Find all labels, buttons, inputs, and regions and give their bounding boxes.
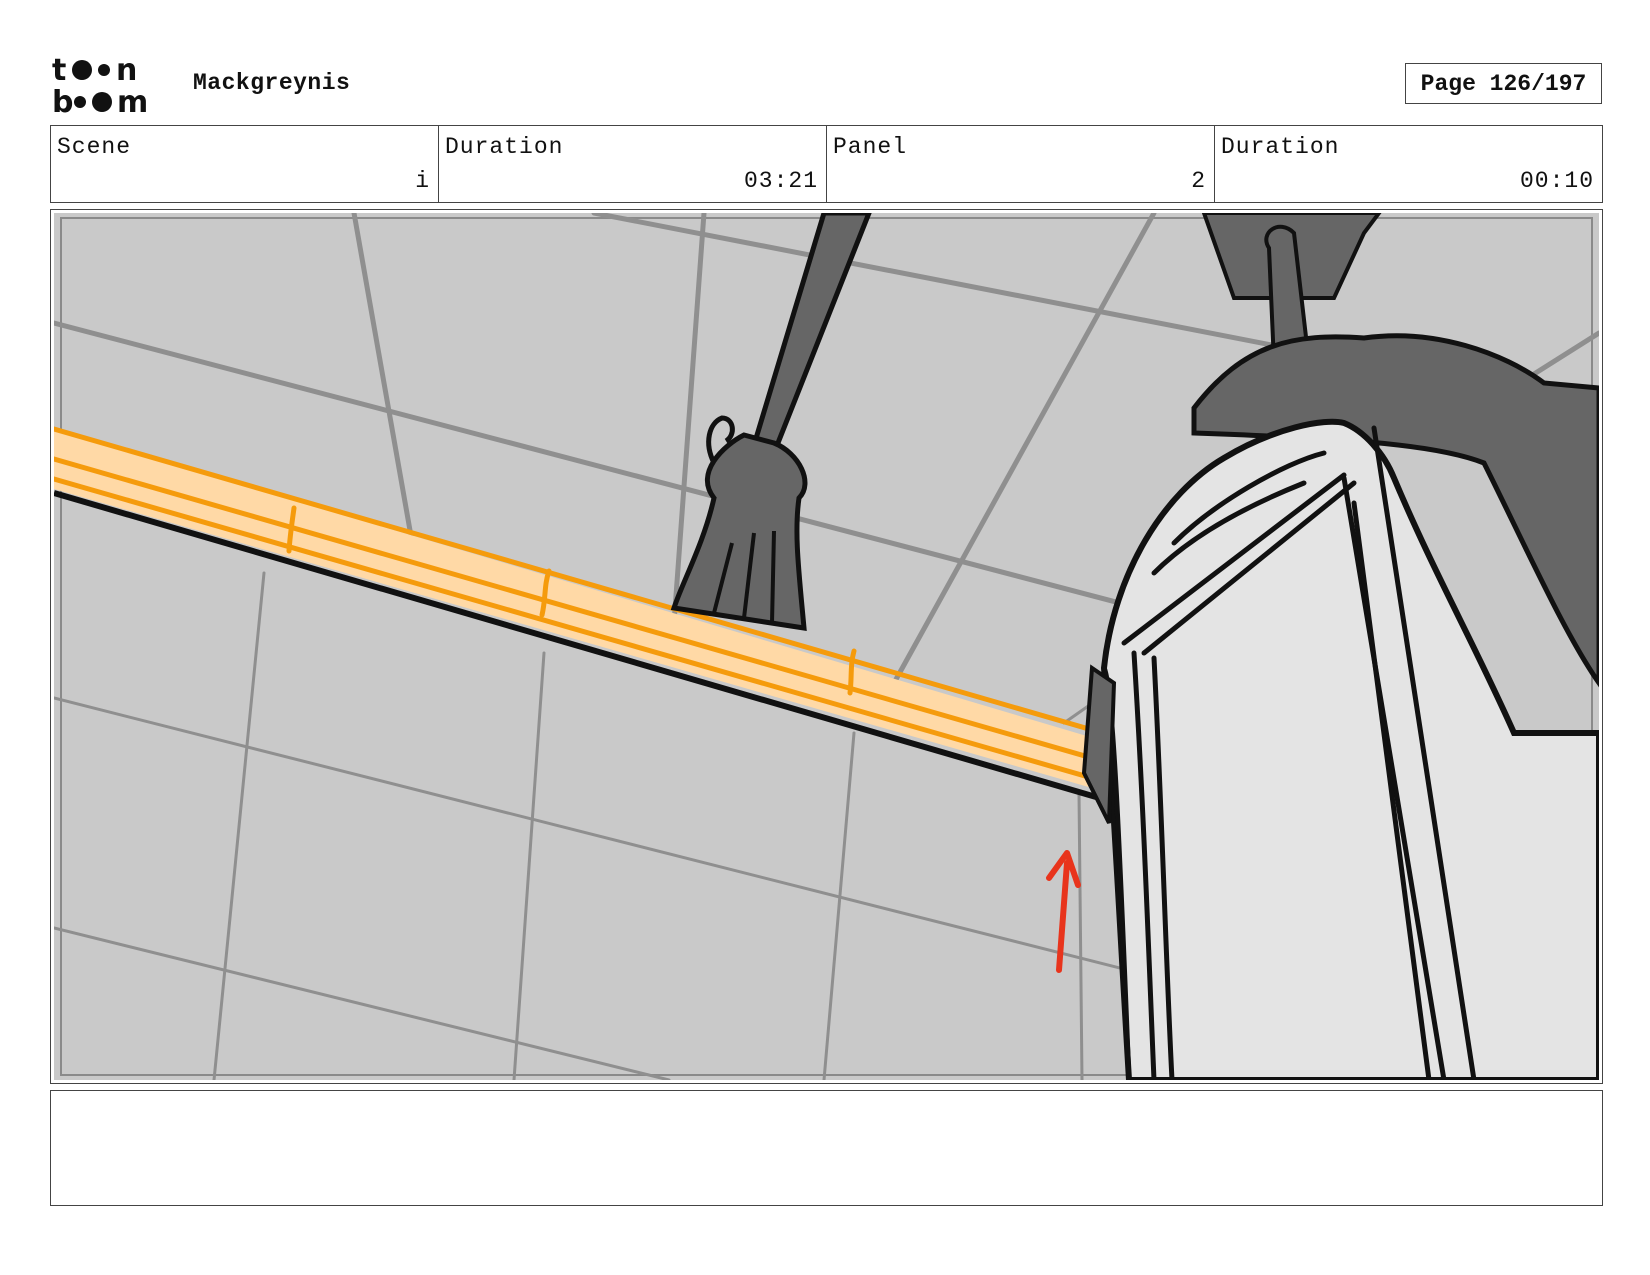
panel-value: 2 bbox=[1191, 168, 1206, 194]
scene-label: Scene bbox=[57, 134, 132, 160]
panel-duration-cell: Duration 00:10 bbox=[1215, 126, 1602, 202]
toon-boom-logo: t n b m bbox=[52, 53, 148, 116]
panel-label: Panel bbox=[833, 134, 908, 160]
scene-duration-label: Duration bbox=[445, 134, 564, 160]
scene-duration-value: 03:21 bbox=[743, 168, 818, 194]
scene-cell: Scene i bbox=[51, 126, 439, 202]
scene-value: i bbox=[415, 168, 430, 194]
panel-notes-box bbox=[50, 1090, 1603, 1206]
panel-duration-value: 00:10 bbox=[1519, 168, 1594, 194]
project-title: Mackgreynis bbox=[193, 70, 351, 96]
svg-text:t: t bbox=[52, 53, 66, 88]
scene-duration-cell: Duration 03:21 bbox=[439, 126, 827, 202]
storyboard-panel-drawing bbox=[54, 213, 1599, 1080]
svg-text:n: n bbox=[116, 53, 137, 88]
scene-info-table: Scene i Duration 03:21 Panel 2 Duration … bbox=[50, 125, 1603, 203]
panel-cell: Panel 2 bbox=[827, 126, 1215, 202]
panel-duration-label: Duration bbox=[1221, 134, 1340, 160]
page-number: Page 126/197 bbox=[1405, 63, 1602, 104]
svg-text:m: m bbox=[117, 85, 148, 116]
svg-text:b: b bbox=[52, 85, 73, 116]
